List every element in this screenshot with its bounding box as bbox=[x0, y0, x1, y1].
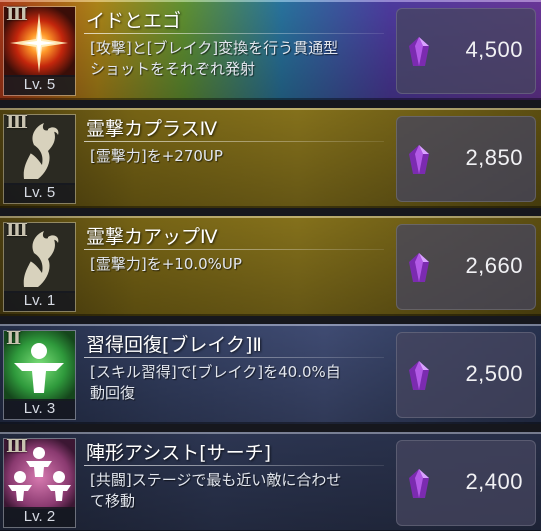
gem-icon bbox=[409, 469, 429, 498]
skill-description: [スキル習得]で[ブレイク]を40.0%自 動回復 bbox=[90, 363, 341, 402]
price-value: 4,500 bbox=[465, 37, 523, 62]
price-button[interactable]: 4,500 bbox=[396, 8, 536, 94]
rank-badge: Ⅲ bbox=[6, 112, 28, 133]
rank-badge: Ⅲ bbox=[6, 220, 28, 241]
rank-badge: Ⅲ bbox=[6, 436, 28, 457]
skill-card[interactable]: Lv. 1 Ⅲ 霊撃カアップⅣ [霊撃力]を+10.0%UP 2,660 bbox=[0, 216, 541, 316]
level-label: Lv. 2 bbox=[4, 507, 75, 527]
skill-description: [共闘]ステージで最も近い敵に合わせ て移動 bbox=[90, 471, 342, 510]
price-value: 2,500 bbox=[465, 361, 523, 386]
skill-card[interactable]: Lv. 5 Ⅲ 霊撃カプラスⅣ [霊撃力]を+270UP 2,850 bbox=[0, 108, 541, 208]
price-button[interactable]: 2,660 bbox=[396, 224, 536, 310]
title-divider bbox=[84, 141, 384, 142]
price-button[interactable]: 2,500 bbox=[396, 332, 536, 418]
title-divider bbox=[84, 249, 384, 250]
skill-card[interactable]: Lv. 2 Ⅲ 陣形アシスト[サーチ] [共闘]ステージで最も近い敵に合わせ て… bbox=[0, 432, 541, 531]
skill-description: [攻撃]と[ブレイク]変換を行う貫通型 ショットをそれぞれ発射 bbox=[90, 39, 339, 78]
gem-icon bbox=[409, 145, 429, 174]
rank-badge: Ⅱ bbox=[6, 328, 21, 349]
skill-card[interactable]: Lv. 5 Ⅲ イドとエゴ [攻撃]と[ブレイク]変換を行う貫通型 ショットをそ… bbox=[0, 0, 541, 100]
title-divider bbox=[84, 357, 384, 358]
title-divider bbox=[84, 33, 384, 34]
skill-title: 陣形アシスト[サーチ] bbox=[86, 442, 272, 464]
price-button[interactable]: 2,850 bbox=[396, 116, 536, 202]
price-value: 2,400 bbox=[465, 469, 523, 494]
level-label: Lv. 5 bbox=[4, 75, 75, 95]
level-label: Lv. 1 bbox=[4, 291, 75, 311]
skill-title: 習得回復[ブレイク]Ⅱ bbox=[86, 334, 262, 356]
level-label: Lv. 5 bbox=[4, 183, 75, 203]
skill-title: 霊撃カプラスⅣ bbox=[86, 118, 218, 140]
level-label: Lv. 3 bbox=[4, 399, 75, 419]
skill-card[interactable]: Lv. 3 Ⅱ 習得回復[ブレイク]Ⅱ [スキル習得]で[ブレイク]を40.0%… bbox=[0, 324, 541, 424]
price-button[interactable]: 2,400 bbox=[396, 440, 536, 526]
gem-icon bbox=[409, 37, 429, 66]
gem-icon bbox=[409, 253, 429, 282]
skill-description: [霊撃力]を+270UP bbox=[90, 147, 223, 165]
skill-title: イドとエゴ bbox=[86, 10, 182, 32]
price-value: 2,660 bbox=[465, 253, 523, 278]
price-value: 2,850 bbox=[465, 145, 523, 170]
rank-badge: Ⅲ bbox=[6, 4, 28, 25]
gem-icon bbox=[409, 361, 429, 390]
skill-shop-list: Lv. 5 Ⅲ イドとエゴ [攻撃]と[ブレイク]変換を行う貫通型 ショットをそ… bbox=[0, 0, 541, 531]
skill-title: 霊撃カアップⅣ bbox=[86, 226, 218, 248]
skill-description: [霊撃力]を+10.0%UP bbox=[90, 255, 242, 273]
title-divider bbox=[84, 465, 384, 466]
